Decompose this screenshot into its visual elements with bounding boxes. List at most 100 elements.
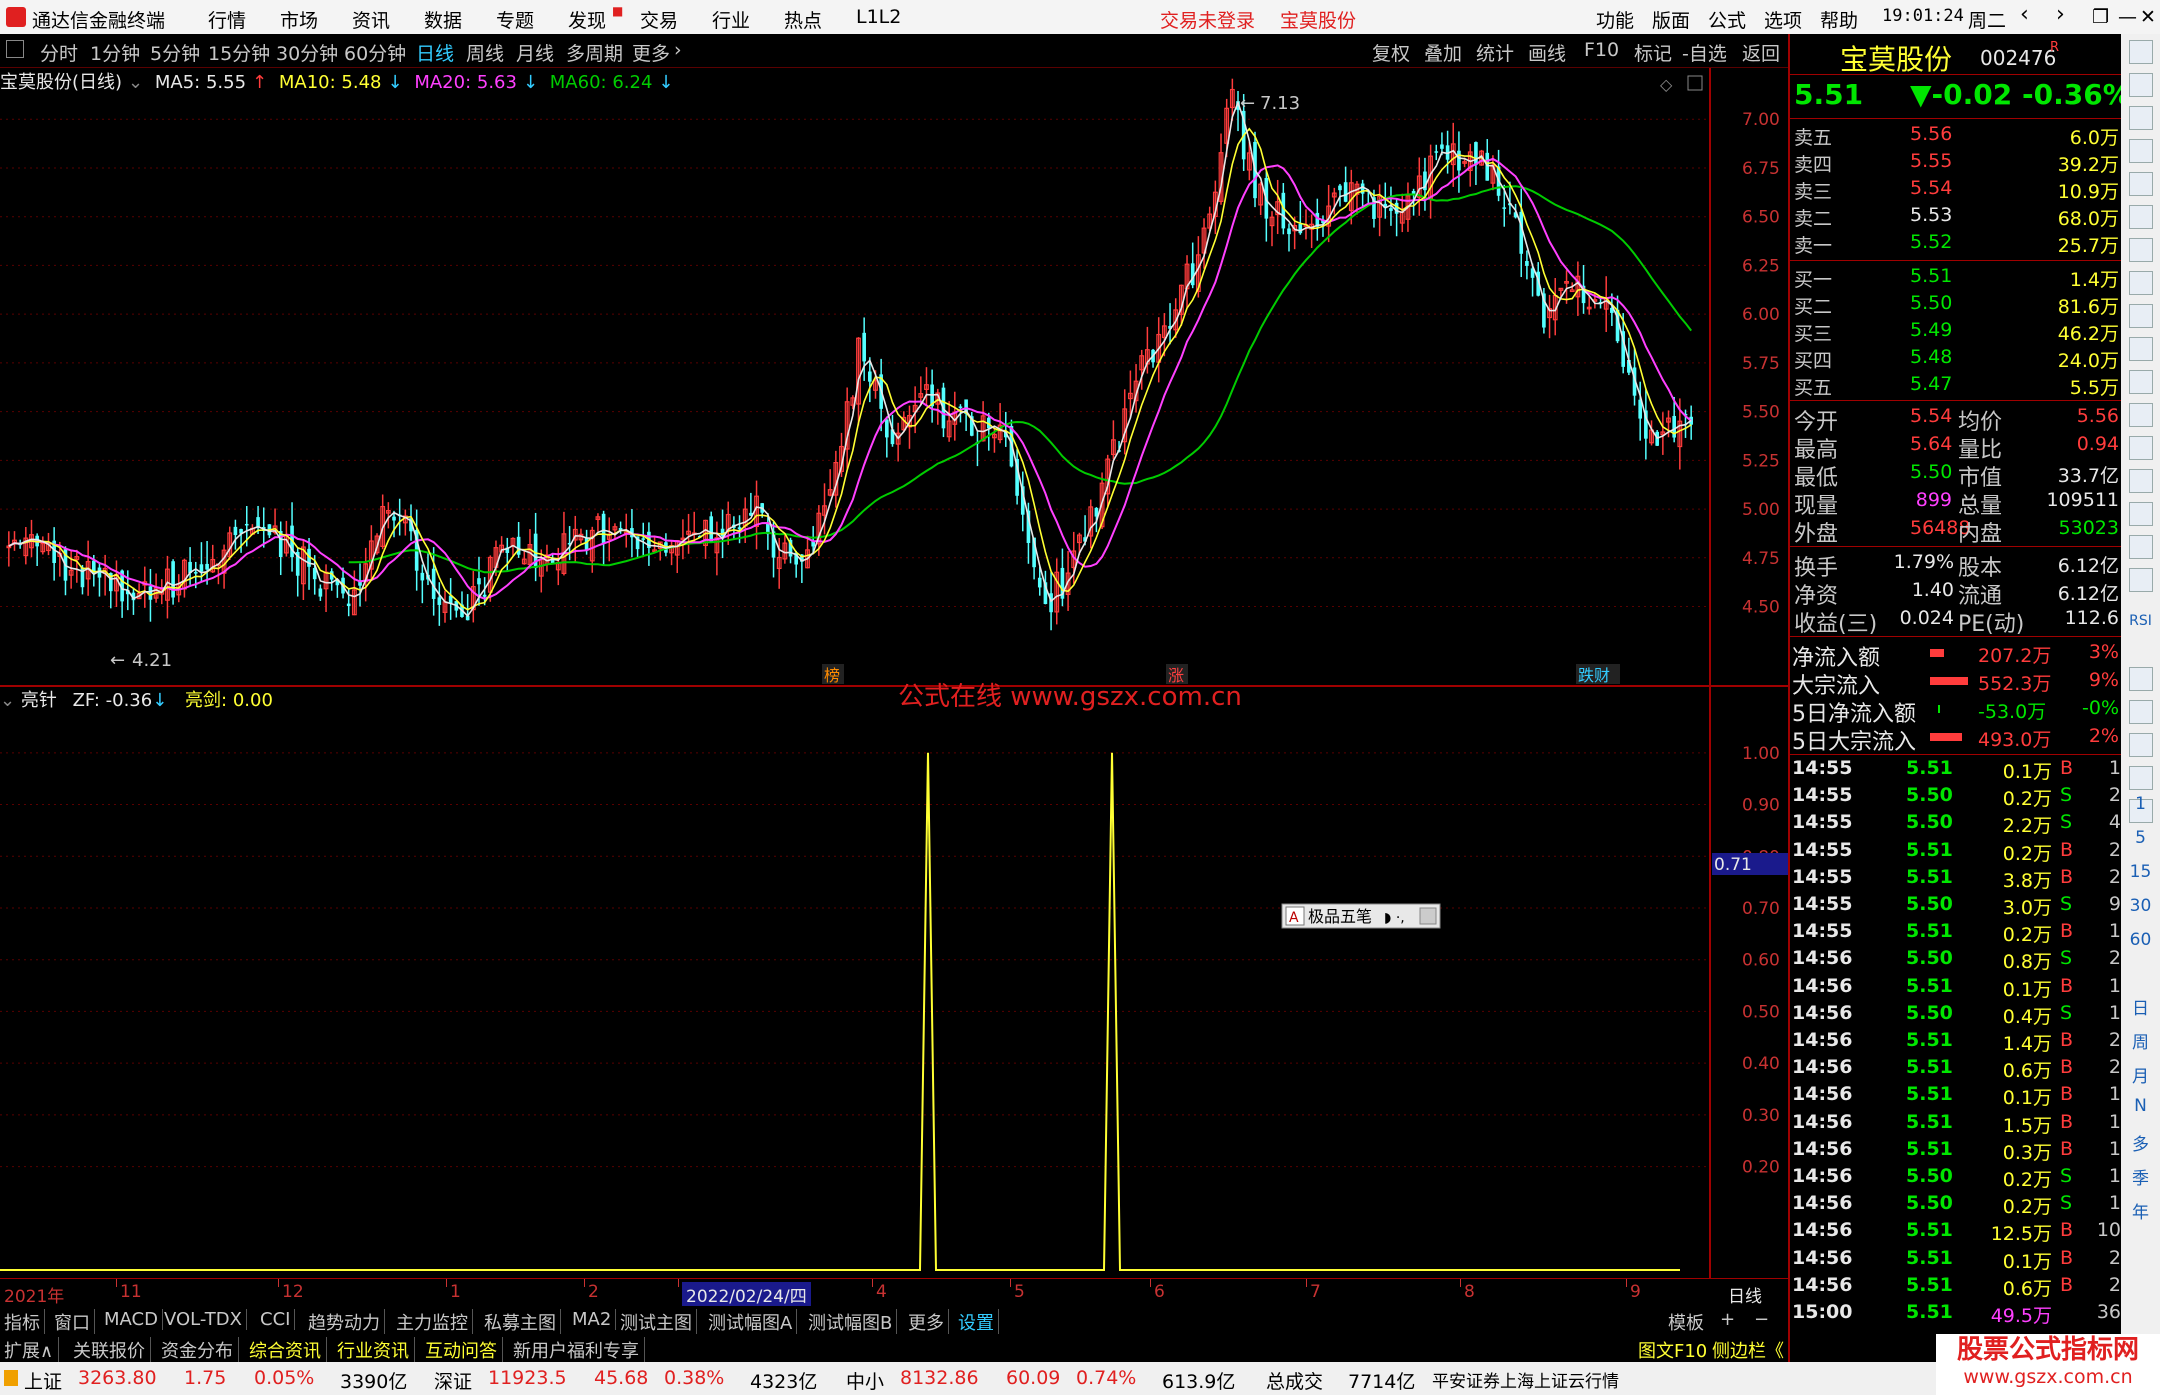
period-weekly[interactable]: 周线 [466,39,504,66]
menu-hangqing[interactable]: 行情 [208,6,246,33]
period-num-4[interactable]: 60 [2121,930,2160,950]
candlestick-chart[interactable]: 4.50 4.75 5.00 5.25 5.50 5.75 6.00 6.25 6.50 6.75… [0,68,1788,688]
period-1min[interactable]: 1分钟 [90,39,140,66]
btn-biaoji[interactable]: 标记 [1634,39,1672,66]
period-30min[interactable]: 30分钟 [276,39,338,66]
btn-fuquan[interactable]: 复权 [1372,39,1410,66]
btn-fanhui[interactable]: 返回 [1742,39,1780,66]
tab-4[interactable]: CCI [260,1309,296,1330]
feed-label[interactable]: 平安证券上海上证云行情 [1432,1367,1619,1392]
btn-zixuan[interactable]: -自选 [1682,39,1727,66]
close-icon[interactable]: ✕ [2140,6,2156,28]
back-icon[interactable] [2129,40,2153,64]
zoom-icon[interactable] [2129,403,2153,427]
btn-diejia[interactable]: 叠加 [1424,39,1462,66]
wave-icon[interactable] [2129,568,2153,592]
menu-redian[interactable]: 热点 [784,6,822,33]
period-daily[interactable]: 日线 [416,39,454,66]
f10-icon[interactable] [2129,337,2153,361]
index-name[interactable]: 上证 [24,1367,62,1394]
period-num-1[interactable]: 5 [2121,828,2160,848]
tab-5[interactable]: 趋势动力 [308,1309,385,1335]
ext-tab-0[interactable]: 扩展∧ [4,1337,60,1363]
tab-right-0[interactable]: 模板 [1668,1309,1704,1335]
index-name[interactable]: 深证 [434,1367,472,1394]
pen-icon[interactable] [2129,733,2153,757]
tab-right-1[interactable]: + [1720,1309,1735,1330]
menu-toggle-icon[interactable] [6,40,24,58]
period-short-0[interactable]: 日 [2121,994,2160,1019]
kline-icon[interactable] [2129,271,2153,295]
tab-6[interactable]: 主力监控 [396,1309,473,1335]
ask-row[interactable]: 卖四 5.55 39.2万 [1790,149,2123,176]
tab-13[interactable]: 设置 [958,1309,999,1335]
period-num-0[interactable]: 1 [2121,794,2160,814]
down-icon[interactable] [2129,106,2153,130]
tab-12[interactable]: 更多 [908,1309,949,1335]
tab-9[interactable]: 测试主图 [620,1309,697,1335]
tab-2[interactable]: MACD [104,1309,163,1330]
s-icon[interactable] [2129,667,2153,691]
btn-f10[interactable]: F10 [1584,39,1619,61]
tab-3[interactable]: VOL-TDX [164,1309,247,1330]
bid-row[interactable]: 买四 5.48 24.0万 [1790,345,2123,372]
menu-gongshi[interactable]: 公式 [1708,6,1746,33]
menu-jiaoyi[interactable]: 交易 [640,6,678,33]
rsi-icon[interactable]: RSI [2121,613,2160,629]
ask-row[interactable]: 卖二 5.53 68.0万 [1790,203,2123,230]
fs2-icon[interactable] [2129,766,2153,790]
ext-tab-6[interactable]: 新用户福利专享 [513,1337,645,1363]
forward-icon[interactable]: › [2056,2,2065,27]
period-60min[interactable]: 60分钟 [344,39,406,66]
up-icon[interactable] [2129,73,2153,97]
menu-faxian[interactable]: 发现 [568,6,606,33]
period-15min[interactable]: 15分钟 [208,39,270,66]
menu-banmian[interactable]: 版面 [1652,6,1690,33]
ext-tab-1[interactable]: 关联报价 [73,1337,151,1363]
menu-bangzhu[interactable]: 帮助 [1820,6,1858,33]
period-multi[interactable]: 多周期 [566,39,623,66]
period-num-2[interactable]: 15 [2121,862,2160,882]
tab-0[interactable]: 指标 [4,1309,45,1335]
menu-shuju[interactable]: 数据 [424,6,462,33]
tab-8[interactable]: MA2 [572,1309,617,1330]
grid-icon[interactable] [2129,370,2153,394]
btn-huaxian[interactable]: 画线 [1528,39,1566,66]
fs-icon[interactable] [2129,469,2153,493]
ext-tab-2[interactable]: 资金分布 [161,1337,239,1363]
indicator-chart[interactable]: 0.200.300.400.500.600.700.800.901.00 0.7… [0,688,1788,1278]
tab-1[interactable]: 窗口 [54,1309,95,1335]
period-short-4[interactable]: 多 [2121,1130,2160,1155]
bid-row[interactable]: 买五 5.47 5.5万 [1790,372,2123,399]
tab-10[interactable]: 测试幅图A [708,1309,798,1335]
restore-icon[interactable]: ❐ [2092,6,2109,28]
menu-l1l2[interactable]: L1L2 [856,6,901,28]
period-5min[interactable]: 5分钟 [150,39,200,66]
menu-zixun[interactable]: 资讯 [352,6,390,33]
period-num-3[interactable]: 30 [2121,896,2160,916]
ext-right-0[interactable]: 图文F10 [1638,1337,1707,1363]
doc-icon[interactable] [2129,304,2153,328]
back-icon[interactable]: ‹ [2020,2,2029,27]
list-icon[interactable] [2129,172,2153,196]
table-icon[interactable] [2129,205,2153,229]
move-icon[interactable] [2129,700,2153,724]
sound-icon[interactable] [2129,139,2153,163]
menu-zhuanti[interactable]: 专题 [496,6,534,33]
tab-11[interactable]: 测试幅图B [808,1309,898,1335]
ask-row[interactable]: 卖三 5.54 10.9万 [1790,176,2123,203]
bid-row[interactable]: 买一 5.51 1.4万 [1790,264,2123,291]
bid-row[interactable]: 买三 5.49 46.2万 [1790,318,2123,345]
ext-tab-5[interactable]: 互动问答 [425,1337,503,1363]
menu-shichang[interactable]: 市场 [280,6,318,33]
btn-tongji[interactable]: 统计 [1476,39,1514,66]
menu-xuanxiang[interactable]: 选项 [1764,6,1802,33]
period-monthly[interactable]: 月线 [516,39,554,66]
tab-7[interactable]: 私募主图 [484,1309,561,1335]
period-more[interactable]: 更多 [632,39,670,66]
ext-tab-3[interactable]: 综合资讯 [249,1337,327,1363]
period-fenshi[interactable]: 分时 [40,39,78,66]
ext-right-1[interactable]: 侧边栏《 [1712,1337,1784,1363]
line-chart-icon[interactable] [2129,238,2153,262]
circle-icon[interactable] [2129,502,2153,526]
